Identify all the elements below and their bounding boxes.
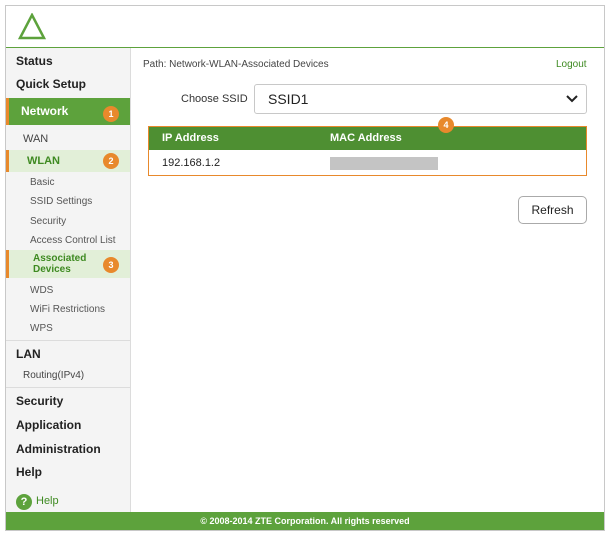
sidebar-item-ssid-settings[interactable]: SSID Settings xyxy=(6,195,130,209)
sidebar-item-status[interactable]: Status xyxy=(6,53,130,70)
sidebar-divider xyxy=(6,387,130,388)
ssid-select[interactable]: SSID1 xyxy=(254,84,587,114)
step-badge-1: 1 xyxy=(103,106,119,122)
sidebar-divider xyxy=(6,340,130,341)
sidebar-item-lan[interactable]: LAN xyxy=(6,346,130,363)
sidebar-item-wan[interactable]: WAN xyxy=(6,132,130,147)
logout-link[interactable]: Logout xyxy=(556,59,587,70)
table-header: IP Address MAC Address xyxy=(149,127,586,150)
sidebar-item-help[interactable]: Help xyxy=(6,464,130,481)
sidebar-item-network-label: Network xyxy=(21,104,69,118)
sidebar-item-wds[interactable]: WDS xyxy=(6,284,130,298)
sidebar-item-wifi-restrictions[interactable]: WiFi Restrictions xyxy=(6,303,130,317)
column-header-ip: IP Address xyxy=(162,132,219,144)
sidebar-item-routing[interactable]: Routing(IPv4) xyxy=(6,369,130,383)
step-badge-4: 4 xyxy=(438,117,454,133)
sidebar-item-basic[interactable]: Basic xyxy=(6,176,130,190)
sidebar-item-administration[interactable]: Administration xyxy=(6,441,130,458)
sidebar-item-application[interactable]: Application xyxy=(6,417,130,434)
sidebar-item-quick-setup[interactable]: Quick Setup xyxy=(6,76,130,93)
help-link-label: Help xyxy=(36,495,59,507)
table-cell-ip: 192.168.1.2 xyxy=(162,157,221,169)
step-badge-3: 3 xyxy=(103,257,119,273)
step-badge-2: 2 xyxy=(103,153,119,169)
footer-copyright: © 2008-2014 ZTE Corporation. All rights … xyxy=(6,512,604,530)
header xyxy=(6,6,604,48)
sidebar-item-security[interactable]: Security xyxy=(6,393,130,410)
ssid-selected-value: SSID1 xyxy=(268,91,309,107)
green-triangle-logo-icon[interactable] xyxy=(18,13,46,41)
choose-ssid-label: Choose SSID xyxy=(181,93,248,105)
sidebar: Status Quick Setup Network 1 WAN WLAN 2 … xyxy=(6,48,131,513)
chevron-down-icon xyxy=(566,95,578,103)
column-header-mac: MAC Address xyxy=(330,132,402,144)
breadcrumb: Path: Network-WLAN-Associated Devices xyxy=(143,59,329,70)
sidebar-item-wlan-label: WLAN xyxy=(27,155,60,167)
associated-devices-table: IP Address MAC Address 192.168.1.2 xyxy=(148,126,587,176)
sidebar-item-access-control-list[interactable]: Access Control List xyxy=(6,234,130,248)
sidebar-item-security-sub[interactable]: Security xyxy=(6,215,130,229)
refresh-button[interactable]: Refresh xyxy=(518,196,587,224)
redacted-mac-address xyxy=(330,157,438,170)
help-icon: ? xyxy=(16,494,32,510)
sidebar-item-wps[interactable]: WPS xyxy=(6,322,130,336)
